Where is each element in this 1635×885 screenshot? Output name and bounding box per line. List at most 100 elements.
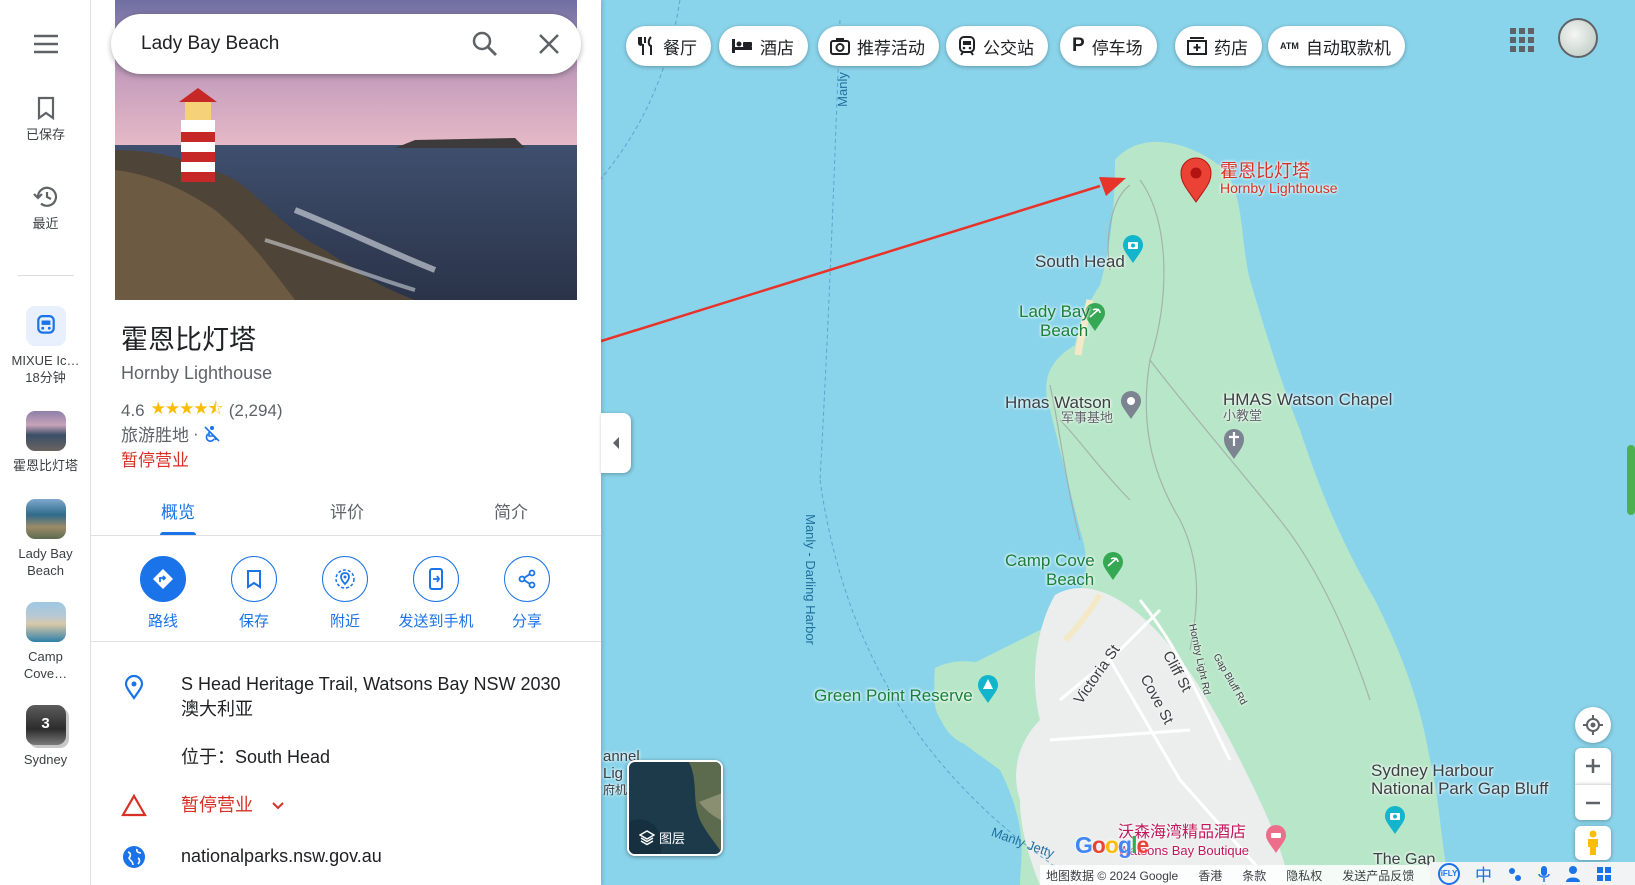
privacy-link[interactable]: 隐私权	[1286, 867, 1322, 884]
chip-label: 酒店	[760, 38, 794, 58]
ime-punctuation-icon[interactable]	[1507, 866, 1523, 882]
chip-atms[interactable]: ATM 自动取款机	[1268, 26, 1405, 66]
save-button[interactable]: 保存	[209, 556, 299, 631]
send-to-phone-icon	[429, 568, 443, 590]
recent-item-hornby[interactable]: 霍恩比灯塔	[0, 411, 91, 474]
street-view-button[interactable]	[1575, 826, 1611, 860]
recent-thumb	[25, 306, 66, 346]
recent-item-camp-cove[interactable]: Camp Cove…	[0, 602, 91, 682]
tab-overview[interactable]: 概览	[118, 498, 238, 523]
left-rail: 已保存 最近 MIXUE Ic… 18分钟 霍恩比灯塔 Lady Bay Bea…	[0, 0, 91, 885]
place-panel: 霍恩比灯塔 Hornby Lighthouse 4.6 ★★★★⯪ (2,294…	[91, 0, 601, 885]
place-title: 霍恩比灯塔	[121, 325, 256, 356]
history-icon	[32, 186, 57, 207]
action-label: 发送到手机	[398, 613, 474, 630]
chip-transit[interactable]: 公交站	[946, 26, 1048, 66]
hmas-chapel-sublabel: 小教堂	[1223, 408, 1263, 423]
south-head-label[interactable]: South Head	[1035, 252, 1125, 271]
collapse-panel-button[interactable]	[601, 413, 631, 473]
search-input[interactable]	[141, 30, 461, 58]
park-poi-icon[interactable]	[976, 674, 1000, 704]
directions-button[interactable]: 路线	[118, 556, 208, 631]
layers-button[interactable]: 图层	[627, 760, 723, 856]
no-wheelchair-icon	[204, 425, 220, 442]
recent-item-label: Sydney	[23, 752, 68, 767]
sydney-harbour-label[interactable]: Sydney Harbour	[1371, 761, 1494, 780]
action-buttons: 路线 保存 附近 发送到手机 分享	[91, 556, 601, 642]
account-avatar[interactable]	[1558, 18, 1598, 58]
hotel-poi-icon[interactable]	[1264, 824, 1288, 854]
restaurant-icon	[638, 36, 652, 55]
green-point-label[interactable]: Green Point Reserve	[814, 686, 973, 705]
chip-restaurants[interactable]: 餐厅	[626, 26, 711, 66]
place-category[interactable]: 旅游胜地	[121, 421, 189, 446]
address-row[interactable]: S Head Heritage Trail, Watsons Bay NSW 2…	[91, 672, 601, 732]
layers-label: 图层	[659, 831, 686, 846]
camera-poi-icon-2[interactable]	[1383, 805, 1407, 835]
apps-grid-icon[interactable]	[1506, 24, 1538, 56]
saved-label: 已保存	[25, 127, 65, 142]
menu-icon[interactable]	[33, 34, 59, 54]
military-base-poi-icon[interactable]	[1119, 390, 1143, 420]
hmas-chapel-label[interactable]: HMAS Watson Chapel	[1223, 390, 1392, 409]
website-link[interactable]: nationalparks.nsw.gov.au	[181, 844, 571, 869]
action-label: 路线	[147, 613, 178, 630]
chip-label: 餐厅	[663, 38, 697, 58]
lady-bay-label-2: Beach	[1040, 321, 1089, 340]
share-button[interactable]: 分享	[482, 556, 572, 631]
close-icon[interactable]	[535, 30, 563, 58]
ime-toolbar: iFLY 中	[1430, 862, 1635, 885]
place-tabs: 概览 评价 简介	[91, 480, 601, 536]
recent-item-sydney[interactable]: 3 Sydney	[0, 705, 91, 768]
search-icon[interactable]	[471, 30, 499, 58]
lady-bay-label[interactable]: Lady Bay	[1019, 302, 1090, 321]
user-icon[interactable]	[1565, 865, 1581, 883]
pharmacy-icon	[1187, 37, 1207, 55]
send-to-phone-button[interactable]: 发送到手机	[391, 556, 481, 631]
recent-item-label: 霍恩比灯塔	[12, 458, 78, 473]
saved-button[interactable]: 已保存	[0, 96, 91, 143]
search-box[interactable]	[111, 14, 581, 74]
located-in-row[interactable]: 位于：South Head	[91, 745, 601, 775]
nearby-button[interactable]: 附近	[300, 556, 390, 631]
tab-reviews[interactable]: 评价	[287, 498, 407, 523]
sydney-harbour-label-2: National Park Gap Bluff	[1371, 779, 1549, 798]
review-count[interactable]: (2,294)	[229, 401, 283, 421]
ifly-badge[interactable]: iFLY	[1438, 862, 1460, 885]
location-pin-icon[interactable]	[1178, 156, 1214, 204]
camp-cove-label[interactable]: Camp Cove	[1005, 551, 1095, 570]
zoom-out-button[interactable]	[1575, 784, 1611, 820]
pegman-icon	[1588, 830, 1598, 855]
hours-status-row[interactable]: 暂停营业	[91, 793, 601, 823]
ferry-route-label: Manly - Darling Harbor	[802, 514, 818, 645]
chevron-left-icon	[613, 437, 619, 449]
chapel-poi-icon[interactable]	[1222, 426, 1246, 460]
chip-parking[interactable]: P 停车场	[1060, 26, 1157, 66]
chip-hotels[interactable]: 酒店	[719, 26, 808, 66]
ime-grid-icon[interactable]	[1596, 866, 1612, 882]
recent-count-badge: 3	[41, 715, 50, 732]
layers-icon	[639, 829, 655, 845]
my-location-button[interactable]	[1575, 707, 1611, 743]
recent-item-sub: 18分钟	[25, 370, 66, 385]
recent-item-lady-bay[interactable]: Lady Bay Beach	[0, 499, 91, 579]
transit-icon	[959, 36, 975, 56]
website-row[interactable]: nationalparks.nsw.gov.au	[91, 844, 601, 874]
active-tab-indicator	[160, 532, 196, 535]
microphone-icon[interactable]	[1538, 865, 1550, 883]
bookmark-icon	[247, 570, 261, 589]
terms-link[interactable]: 条款	[1242, 867, 1266, 884]
beach-poi-icon-2[interactable]	[1101, 551, 1125, 581]
recent-item-mixue[interactable]: MIXUE Ic… 18分钟	[0, 306, 91, 386]
zoom-in-button[interactable]	[1575, 748, 1611, 784]
region-link[interactable]: 香港	[1198, 867, 1222, 884]
feedback-link[interactable]: 发送产品反馈	[1342, 867, 1414, 884]
tab-about[interactable]: 简介	[451, 498, 571, 523]
chevron-down-icon[interactable]	[271, 801, 285, 811]
recent-button[interactable]: 最近	[0, 185, 91, 232]
ime-lang[interactable]: 中	[1475, 861, 1492, 885]
chip-pharmacies[interactable]: 药店	[1175, 26, 1262, 66]
chip-activities[interactable]: 推荐活动	[818, 26, 939, 66]
address-text: S Head Heritage Trail, Watsons Bay NSW 2…	[181, 674, 561, 719]
recent-thumb-photo	[25, 411, 66, 451]
